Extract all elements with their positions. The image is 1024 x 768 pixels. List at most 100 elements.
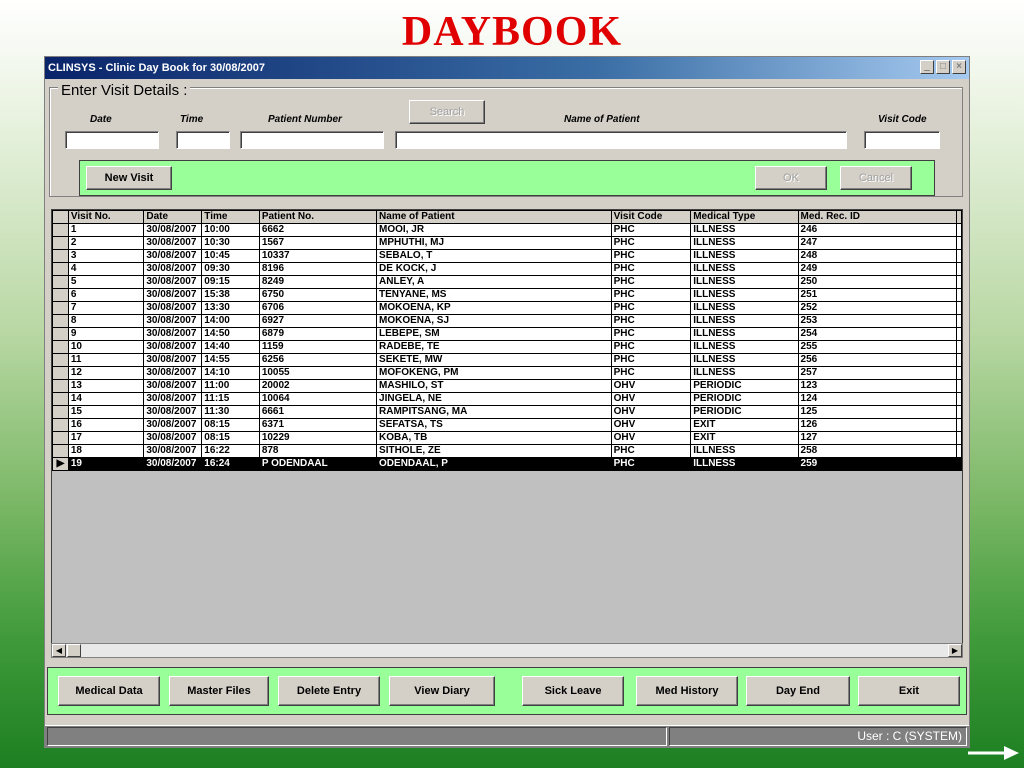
table-cell[interactable]: 2 xyxy=(67,236,145,250)
table-cell[interactable]: EXIT xyxy=(690,418,799,432)
table-row[interactable]: 18 30/08/2007 16:22 878 SITHOLE, ZE PHC ILLNES… xyxy=(52,444,962,458)
row-selector[interactable] xyxy=(52,444,69,458)
table-cell[interactable]: 1 xyxy=(67,223,145,237)
table-cell[interactable]: 1159 xyxy=(258,340,378,354)
table-cell[interactable]: ILLNESS xyxy=(690,457,799,471)
row-pointer-icon[interactable]: ▶ xyxy=(52,457,69,471)
table-cell[interactable]: 6879 xyxy=(258,327,378,341)
column-header[interactable]: Name of Patient xyxy=(376,210,612,224)
table-cell[interactable]: 13:30 xyxy=(201,301,260,315)
row-selector[interactable] xyxy=(52,275,69,289)
minimize-button[interactable]: _ xyxy=(920,60,934,74)
column-header[interactable]: Date xyxy=(143,210,203,224)
table-cell[interactable]: 30/08/2007 xyxy=(143,301,203,315)
table-cell[interactable]: PHC xyxy=(610,249,692,263)
table-cell[interactable]: KOBA, TB xyxy=(376,431,612,445)
row-selector[interactable] xyxy=(52,288,69,302)
table-cell[interactable]: SITHOLE, ZE xyxy=(376,444,612,458)
table-row[interactable]: 7 30/08/2007 13:30 6706 MOKOENA, KP PHC ILLNES… xyxy=(52,301,962,315)
row-selector[interactable] xyxy=(52,327,69,341)
table-cell[interactable]: 14:40 xyxy=(201,340,260,354)
table-row[interactable]: 5 30/08/2007 09:15 8249 ANLEY, A PHC ILLNESS 25… xyxy=(52,275,962,289)
med-history-button[interactable]: Med History xyxy=(636,676,738,706)
table-cell[interactable]: 18 xyxy=(67,444,145,458)
table-cell[interactable]: PERIODIC xyxy=(690,392,799,406)
scroll-left-icon[interactable]: ◀ xyxy=(52,644,66,657)
table-cell[interactable]: 252 xyxy=(797,301,958,315)
table-cell[interactable]: ILLNESS xyxy=(690,366,799,380)
table-row[interactable]: 2 30/08/2007 10:30 1567 MPHUTHI, MJ PHC ILLNES… xyxy=(52,236,962,250)
table-cell[interactable]: 14:10 xyxy=(201,366,260,380)
table-cell[interactable]: MASHILO, ST xyxy=(376,379,612,393)
table-cell[interactable]: OHV xyxy=(610,379,692,393)
row-selector[interactable] xyxy=(52,353,69,367)
close-button[interactable]: × xyxy=(952,60,966,74)
table-cell[interactable]: 4 xyxy=(67,262,145,276)
table-cell[interactable]: 10055 xyxy=(258,366,378,380)
table-cell[interactable]: PHC xyxy=(610,301,692,315)
table-cell[interactable]: PHC xyxy=(610,223,692,237)
table-cell[interactable]: 30/08/2007 xyxy=(143,288,203,302)
scroll-right-icon[interactable]: ▶ xyxy=(948,644,962,657)
table-cell[interactable]: 8249 xyxy=(258,275,378,289)
table-row[interactable]: 13 30/08/2007 11:00 20002 MASHILO, ST OHV PERI… xyxy=(52,379,962,393)
table-cell[interactable]: 6927 xyxy=(258,314,378,328)
table-cell[interactable]: 30/08/2007 xyxy=(143,366,203,380)
table-cell[interactable]: ILLNESS xyxy=(690,353,799,367)
table-row[interactable]: 10 30/08/2007 14:40 1159 RADEBE, TE PHC ILLNES… xyxy=(52,340,962,354)
table-cell[interactable]: 08:15 xyxy=(201,418,260,432)
table-cell[interactable]: 17 xyxy=(67,431,145,445)
table-cell[interactable]: 30/08/2007 xyxy=(143,431,203,445)
table-cell[interactable]: MOKOENA, KP xyxy=(376,301,612,315)
table-cell[interactable]: 11 xyxy=(67,353,145,367)
search-button[interactable]: Search xyxy=(409,100,485,124)
visit-code-input[interactable] xyxy=(864,131,940,149)
table-cell[interactable]: 247 xyxy=(797,236,958,250)
row-selector[interactable] xyxy=(52,301,69,315)
table-cell[interactable]: 257 xyxy=(797,366,958,380)
table-cell[interactable]: 30/08/2007 xyxy=(143,314,203,328)
master-files-button[interactable]: Master Files xyxy=(169,676,269,706)
table-cell[interactable]: 8196 xyxy=(258,262,378,276)
table-cell[interactable]: PHC xyxy=(610,444,692,458)
table-cell[interactable]: 249 xyxy=(797,262,958,276)
table-cell[interactable]: PHC xyxy=(610,314,692,328)
table-cell[interactable]: PHC xyxy=(610,275,692,289)
table-cell[interactable]: LEBEPE, SM xyxy=(376,327,612,341)
row-selector[interactable] xyxy=(52,366,69,380)
table-cell[interactable]: 10 xyxy=(67,340,145,354)
table-row[interactable]: 14 30/08/2007 11:15 10064 JINGELA, NE OHV PERI… xyxy=(52,392,962,406)
table-cell[interactable]: MOOI, JR xyxy=(376,223,612,237)
table-cell[interactable]: 124 xyxy=(797,392,958,406)
table-cell[interactable]: OHV xyxy=(610,392,692,406)
table-cell[interactable]: 16 xyxy=(67,418,145,432)
table-cell[interactable]: 7 xyxy=(67,301,145,315)
delete-entry-button[interactable]: Delete Entry xyxy=(278,676,380,706)
horizontal-scrollbar[interactable]: ◀ ▶ xyxy=(51,643,963,658)
table-cell[interactable]: ILLNESS xyxy=(690,444,799,458)
table-cell[interactable]: 10:30 xyxy=(201,236,260,250)
table-cell[interactable]: 30/08/2007 xyxy=(143,249,203,263)
table-cell[interactable]: PERIODIC xyxy=(690,405,799,419)
table-cell[interactable]: 09:15 xyxy=(201,275,260,289)
table-cell[interactable]: PERIODIC xyxy=(690,379,799,393)
table-cell[interactable]: ILLNESS xyxy=(690,262,799,276)
table-cell[interactable]: 248 xyxy=(797,249,958,263)
table-cell[interactable]: 30/08/2007 xyxy=(143,405,203,419)
table-cell[interactable]: 250 xyxy=(797,275,958,289)
table-cell[interactable]: 246 xyxy=(797,223,958,237)
table-cell[interactable]: 30/08/2007 xyxy=(143,444,203,458)
table-cell[interactable]: 10:45 xyxy=(201,249,260,263)
table-cell[interactable]: 6662 xyxy=(258,223,378,237)
table-cell[interactable]: 878 xyxy=(258,444,378,458)
row-selector[interactable] xyxy=(52,262,69,276)
patient-number-input[interactable] xyxy=(240,131,384,149)
table-cell[interactable]: SEKETE, MW xyxy=(376,353,612,367)
table-cell[interactable]: 255 xyxy=(797,340,958,354)
table-cell[interactable]: 259 xyxy=(797,457,958,471)
table-cell[interactable]: 30/08/2007 xyxy=(143,392,203,406)
table-cell[interactable]: 10064 xyxy=(258,392,378,406)
table-cell[interactable]: ILLNESS xyxy=(690,275,799,289)
table-cell[interactable]: OHV xyxy=(610,418,692,432)
table-cell[interactable]: 16:24 xyxy=(201,457,260,471)
